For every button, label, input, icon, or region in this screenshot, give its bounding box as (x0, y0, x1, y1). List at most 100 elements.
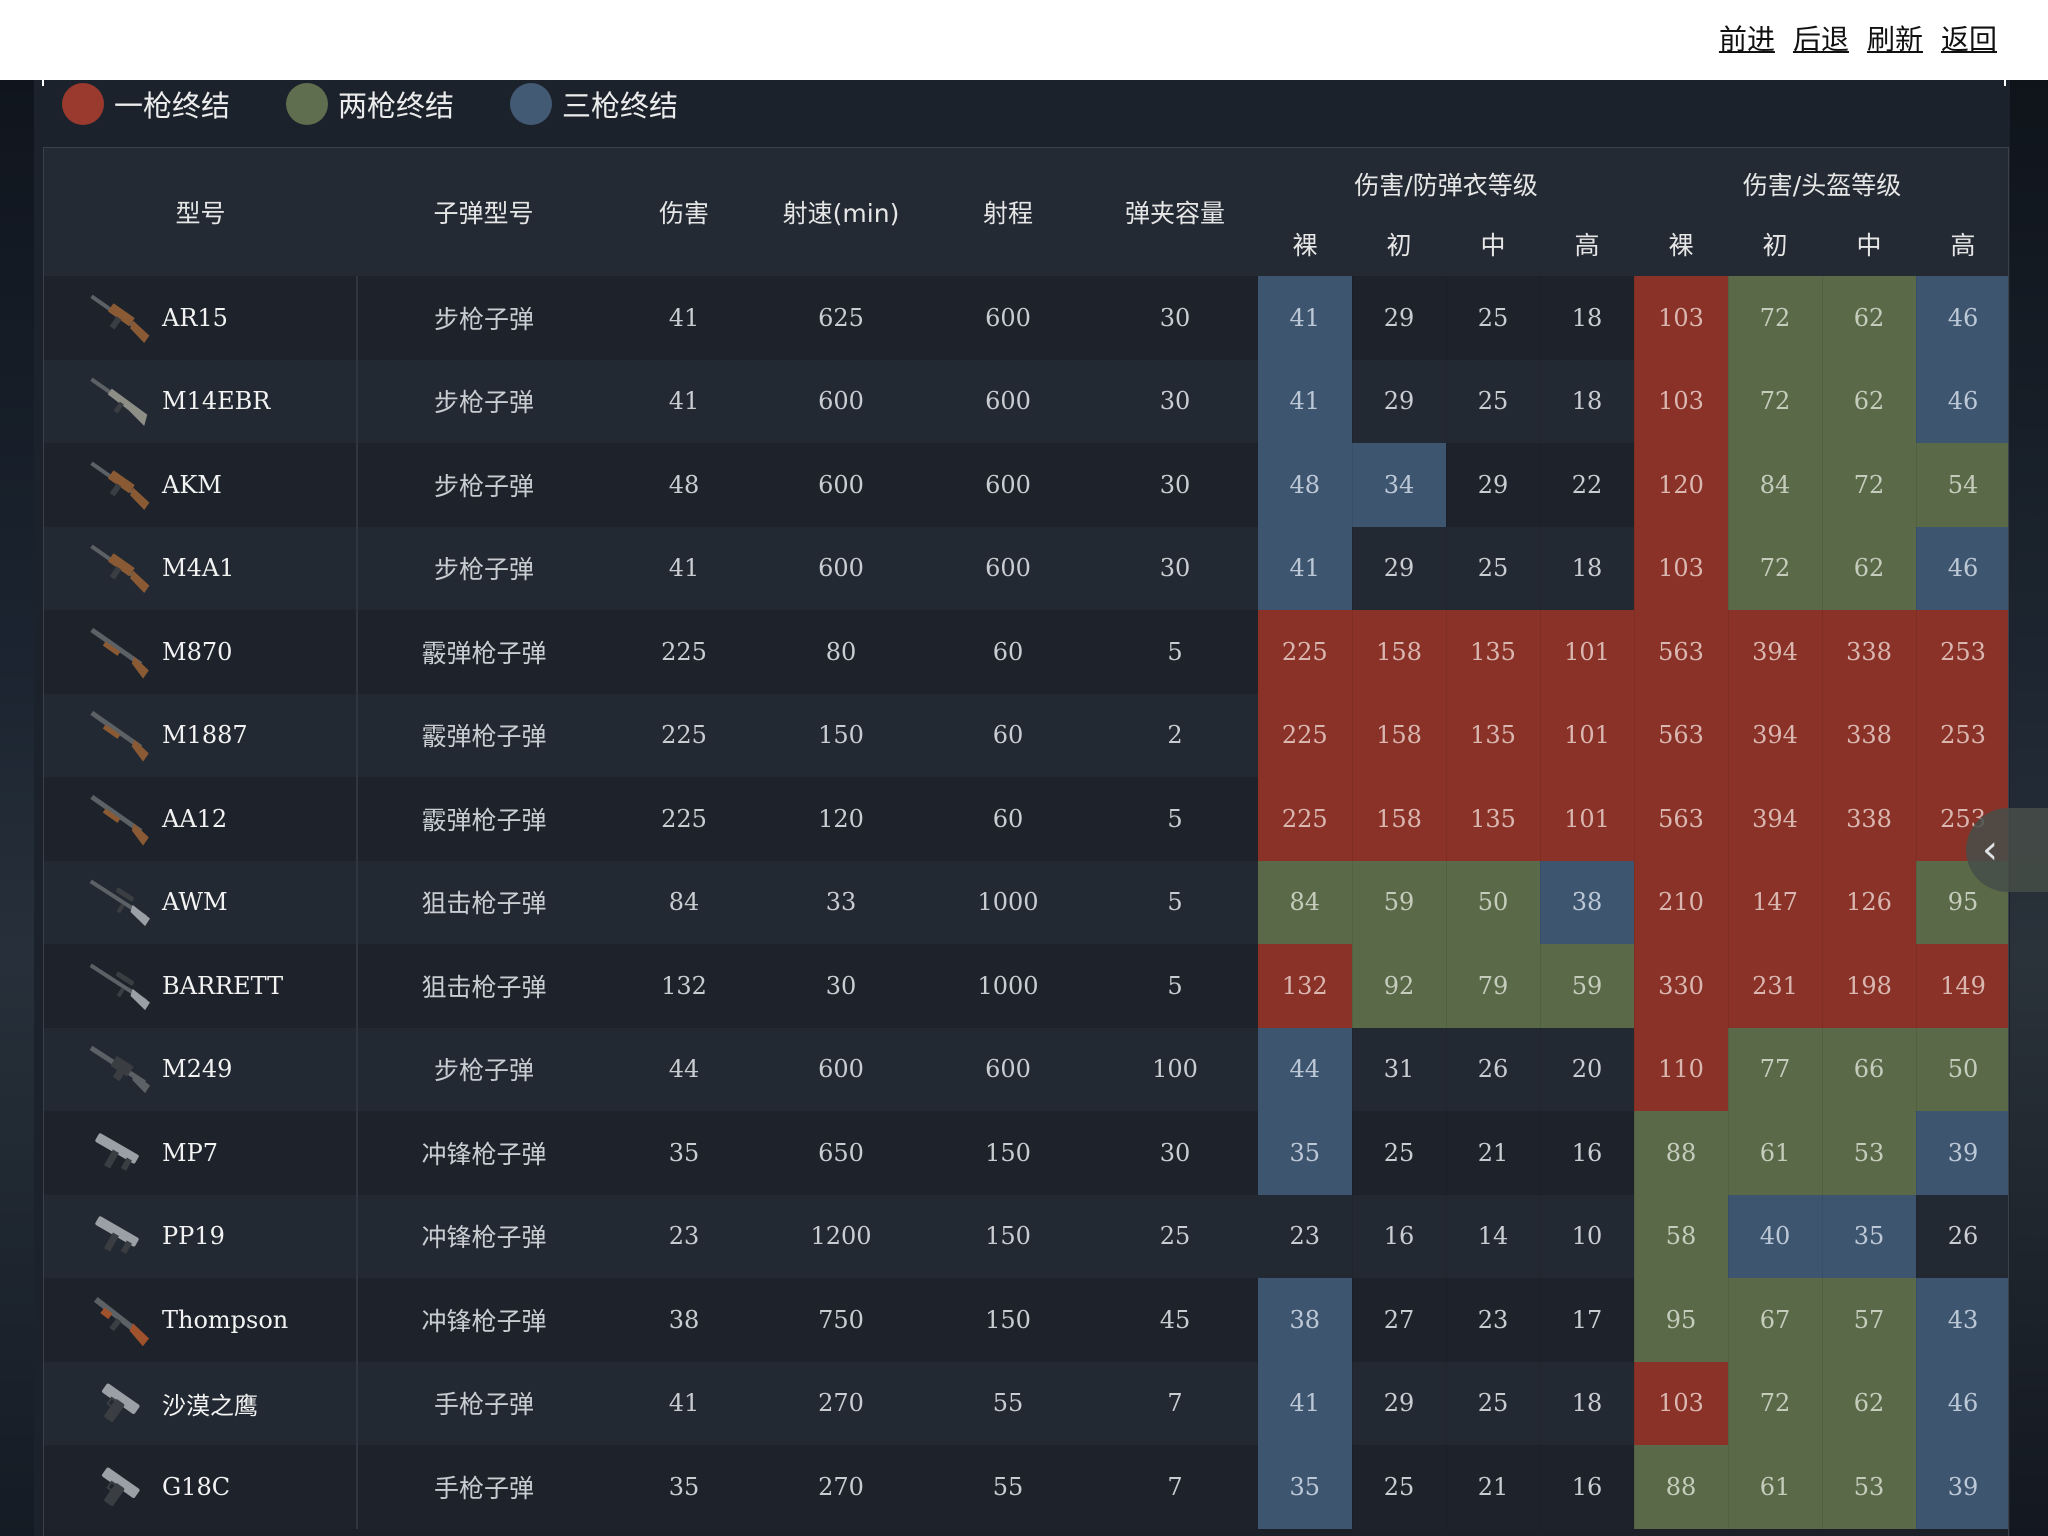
cell-armor-1: 29 (1352, 359, 1447, 443)
header-helmet-level: 裸 (1634, 212, 1728, 276)
model-name: 沙漠之鹰 (162, 1391, 258, 1420)
cell-helmet-1: 394 (1728, 777, 1823, 861)
cell-helmet-2: 62 (1822, 276, 1917, 360)
cell-armor-1: 158 (1352, 777, 1447, 861)
cell-damage: 38 (610, 1278, 758, 1362)
shotgun-icon (84, 620, 154, 684)
refresh-link[interactable]: 刷新 (1867, 18, 1923, 58)
cell-armor-0: 225 (1258, 777, 1353, 861)
cell-helmet-0: 88 (1634, 1445, 1729, 1529)
cell-helmet-0: 563 (1634, 610, 1729, 694)
model-name: BARRETT (162, 971, 284, 1000)
model-name: MP7 (162, 1138, 218, 1167)
table-row: G18C 手枪子弹 35 270 55 7 35 25 21 16 88 61 53 39 (44, 1445, 2008, 1529)
model-cell-inner: 沙漠之鹰 (86, 1371, 356, 1435)
cell-armor-3: 101 (1540, 777, 1635, 861)
cell-helmet-2: 126 (1822, 860, 1917, 944)
model-cell-inner: BARRETT (86, 954, 356, 1018)
cell-helmet-3: 46 (1916, 1361, 2008, 1445)
top-nav-links: 前进 后退 刷新 返回 (1719, 18, 1997, 58)
cell-damage: 132 (610, 944, 758, 1028)
cell-mag: 5 (1092, 610, 1258, 694)
cell-model: 沙漠之鹰 (44, 1361, 358, 1445)
cell-rate: 650 (758, 1111, 924, 1195)
cell-mag: 45 (1092, 1278, 1258, 1362)
cell-mag: 30 (1092, 526, 1258, 610)
legend-dot-blue (510, 83, 553, 125)
cell-helmet-0: 103 (1634, 359, 1729, 443)
cell-armor-1: 27 (1352, 1278, 1447, 1362)
collapse-sidebar-button[interactable]: ‹ (1966, 808, 2048, 892)
cell-mag: 100 (1092, 1027, 1258, 1111)
cell-helmet-3: 46 (1916, 526, 2008, 610)
cell-rate: 750 (758, 1278, 924, 1362)
cell-helmet-3: 50 (1916, 1027, 2008, 1111)
back-link[interactable]: 后退 (1793, 18, 1849, 58)
model-name: G18C (162, 1472, 231, 1501)
cell-armor-0: 35 (1258, 1111, 1353, 1195)
cell-helmet-1: 394 (1728, 610, 1823, 694)
machine-gun-icon (84, 1037, 154, 1101)
cell-armor-1: 29 (1352, 1361, 1447, 1445)
return-link[interactable]: 返回 (1941, 18, 1997, 58)
cell-armor-1: 31 (1352, 1027, 1447, 1111)
header-range: 射程 (924, 148, 1092, 276)
cell-helmet-0: 120 (1634, 443, 1729, 527)
cell-armor-0: 41 (1258, 526, 1353, 610)
cell-mag: 30 (1092, 1111, 1258, 1195)
model-name: AR15 (162, 303, 228, 332)
cell-armor-0: 41 (1258, 1361, 1353, 1445)
cell-rate: 33 (758, 860, 924, 944)
cell-rate: 600 (758, 526, 924, 610)
header-helmet-level: 中 (1822, 212, 1916, 276)
cell-ammo: 霰弹枪子弹 (357, 693, 610, 777)
weapon-damage-table: 型号 子弹型号 伤害 射速(min) 射程 弹夹容量 伤害/防弹衣等级 伤害/头… (44, 148, 2008, 1529)
table-row: AA12 霰弹枪子弹 225 120 60 5 225 158 135 101 563 394 338 2… (44, 777, 2008, 861)
cell-helmet-1: 67 (1728, 1278, 1823, 1362)
cell-helmet-1: 72 (1728, 276, 1823, 360)
cell-armor-3: 20 (1540, 1027, 1635, 1111)
header-model: 型号 (44, 148, 357, 276)
cell-mag: 30 (1092, 359, 1258, 443)
cell-model: M870 (44, 610, 358, 694)
cell-rate: 150 (758, 693, 924, 777)
cell-armor-3: 16 (1540, 1111, 1635, 1195)
cell-model: AWM (44, 860, 358, 944)
cell-helmet-0: 88 (1634, 1111, 1729, 1195)
cell-ammo: 步枪子弹 (357, 443, 610, 527)
cell-armor-0: 41 (1258, 359, 1353, 443)
model-cell-inner: Thompson (86, 1288, 356, 1352)
cell-helmet-3: 46 (1916, 276, 2008, 360)
sniper-rifle-icon (84, 954, 154, 1018)
cell-damage: 41 (610, 359, 758, 443)
cell-damage: 48 (610, 443, 758, 527)
cell-ammo: 步枪子弹 (357, 526, 610, 610)
cell-damage: 41 (610, 526, 758, 610)
cell-ammo: 步枪子弹 (357, 1027, 610, 1111)
cell-helmet-0: 563 (1634, 693, 1729, 777)
cell-mag: 30 (1092, 276, 1258, 360)
model-cell-inner: G18C (86, 1455, 356, 1519)
assault-rifle-icon (84, 536, 154, 600)
cell-helmet-2: 198 (1822, 944, 1917, 1028)
cell-ammo: 霰弹枪子弹 (357, 777, 610, 861)
cell-armor-3: 18 (1540, 276, 1635, 360)
cell-range: 150 (924, 1194, 1092, 1278)
cell-mag: 7 (1092, 1361, 1258, 1445)
cell-helmet-3: 46 (1916, 359, 2008, 443)
cell-model: MP7 (44, 1111, 358, 1195)
cell-helmet-2: 338 (1822, 693, 1917, 777)
cell-armor-2: 25 (1446, 526, 1541, 610)
cell-ammo: 手枪子弹 (357, 1361, 610, 1445)
model-name: M4A1 (162, 554, 235, 583)
header-mag: 弹夹容量 (1092, 148, 1258, 276)
table-row: BARRETT 狙击枪子弹 132 30 1000 5 132 92 79 59 330 231 198… (44, 944, 2008, 1028)
table-row: AKM 步枪子弹 48 600 600 30 48 34 29 22 120 84 72 54 (44, 443, 2008, 527)
cell-armor-0: 38 (1258, 1278, 1353, 1362)
cell-ammo: 狙击枪子弹 (357, 944, 610, 1028)
cell-armor-1: 25 (1352, 1111, 1447, 1195)
cell-armor-3: 101 (1540, 610, 1635, 694)
forward-link[interactable]: 前进 (1719, 18, 1775, 58)
panel-edge-right (2004, 80, 2006, 86)
cell-model: AA12 (44, 777, 358, 861)
